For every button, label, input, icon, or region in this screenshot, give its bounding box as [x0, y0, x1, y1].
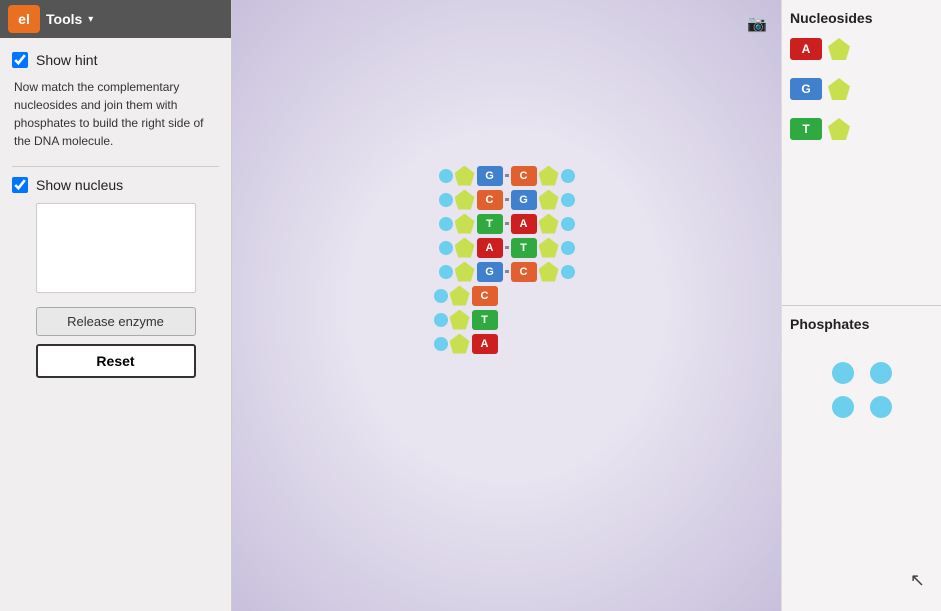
nucleoside-A[interactable]: A	[472, 334, 498, 354]
phosphate-left	[439, 169, 453, 183]
nucleosides-section: Nucleosides A G T	[782, 0, 941, 306]
dna-row-2: C G	[397, 190, 617, 210]
nucleoside-item-A[interactable]: A	[790, 38, 933, 60]
pentagon-left	[450, 286, 470, 306]
dna-row-6: C	[397, 286, 617, 306]
show-hint-row: Show hint	[12, 52, 219, 68]
phosphate-grid	[790, 362, 933, 418]
nucleoside-pentagon-G	[828, 78, 850, 100]
phosphate-row-1	[832, 362, 892, 384]
connector	[505, 246, 509, 249]
divider-1	[12, 166, 219, 167]
hint-text: Now match the complementary nucleosides …	[14, 78, 219, 150]
toolbar: el Tools ▾	[0, 0, 231, 38]
nucleoside-pentagon-T	[828, 118, 850, 140]
phosphate-left	[439, 193, 453, 207]
pentagon-left	[450, 334, 470, 354]
camera-icon[interactable]: 📷	[747, 14, 767, 34]
phosphate-left	[439, 265, 453, 279]
pentagon-right	[539, 238, 559, 258]
phosphate-left	[439, 241, 453, 255]
nucleoside-block-A: A	[790, 38, 822, 60]
pentagon-right	[539, 166, 559, 186]
phosphate-left	[439, 217, 453, 231]
pentagon-left	[455, 238, 475, 258]
nucleoside-C[interactable]: C	[511, 166, 537, 186]
nucleoside-C[interactable]: C	[477, 190, 503, 210]
drop-zone	[36, 203, 196, 293]
show-nucleus-label: Show nucleus	[36, 177, 123, 193]
nucleoside-block-T: T	[790, 118, 822, 140]
left-content: Show hint Now match the complementary nu…	[0, 38, 231, 611]
nucleoside-T[interactable]: T	[477, 214, 503, 234]
dna-structure: G C C G T A	[397, 166, 617, 446]
pentagon-left	[450, 310, 470, 330]
connector	[505, 198, 509, 201]
connector	[505, 270, 509, 273]
phosphate-item-3[interactable]	[832, 396, 854, 418]
pentagon-right	[539, 190, 559, 210]
phosphates-section: Phosphates	[782, 306, 941, 611]
pentagon-right	[539, 214, 559, 234]
phosphate-right	[561, 241, 575, 255]
nucleoside-C[interactable]: C	[511, 262, 537, 282]
pentagon-left	[455, 190, 475, 210]
pentagon-left	[455, 166, 475, 186]
nucleoside-G[interactable]: G	[477, 262, 503, 282]
nucleoside-T[interactable]: T	[472, 310, 498, 330]
nucleoside-G[interactable]: G	[511, 190, 537, 210]
connector	[505, 174, 509, 177]
nucleoside-block-G: G	[790, 78, 822, 100]
nucleoside-pentagon-A	[828, 38, 850, 60]
toolbar-title: Tools	[46, 11, 82, 27]
toolbar-dropdown-arrow[interactable]: ▾	[88, 14, 93, 25]
phosphate-item-4[interactable]	[870, 396, 892, 418]
dna-row-4: A T	[397, 238, 617, 258]
pentagon-left	[455, 214, 475, 234]
phosphate-item-2[interactable]	[870, 362, 892, 384]
dna-row-8: A	[397, 334, 617, 354]
center-panel: 📷 G C C G T A	[232, 0, 781, 611]
phosphate-left	[434, 289, 448, 303]
dna-row-1: G C	[397, 166, 617, 186]
nucleoside-item-G[interactable]: G	[790, 78, 933, 100]
phosphate-item-1[interactable]	[832, 362, 854, 384]
app-logo: el	[8, 5, 40, 33]
reset-button[interactable]: Reset	[36, 344, 196, 378]
nucleoside-A[interactable]: A	[511, 214, 537, 234]
phosphate-right	[561, 217, 575, 231]
show-nucleus-checkbox[interactable]	[12, 177, 28, 193]
show-nucleus-row: Show nucleus	[12, 177, 219, 193]
show-hint-checkbox[interactable]	[12, 52, 28, 68]
phosphate-right	[561, 169, 575, 183]
nucleoside-C[interactable]: C	[472, 286, 498, 306]
phosphate-left	[434, 337, 448, 351]
phosphate-left	[434, 313, 448, 327]
phosphate-right	[561, 265, 575, 279]
show-hint-label: Show hint	[36, 52, 97, 68]
cursor-indicator: ↖	[910, 570, 925, 591]
left-panel: el Tools ▾ Show hint Now match the compl…	[0, 0, 232, 611]
nucleoside-G[interactable]: G	[477, 166, 503, 186]
nucleoside-A[interactable]: A	[477, 238, 503, 258]
nucleoside-item-T[interactable]: T	[790, 118, 933, 140]
dna-row-5: G C	[397, 262, 617, 282]
nucleoside-T[interactable]: T	[511, 238, 537, 258]
dna-row-3: T A	[397, 214, 617, 234]
pentagon-right	[539, 262, 559, 282]
right-panel: Nucleosides A G T Phosphates	[781, 0, 941, 611]
phosphate-row-2	[832, 396, 892, 418]
nucleosides-title: Nucleosides	[790, 10, 933, 26]
pentagon-left	[455, 262, 475, 282]
phosphate-right	[561, 193, 575, 207]
release-enzyme-button[interactable]: Release enzyme	[36, 307, 196, 336]
dna-row-7: T	[397, 310, 617, 330]
phosphates-title: Phosphates	[790, 316, 933, 332]
connector	[505, 222, 509, 225]
